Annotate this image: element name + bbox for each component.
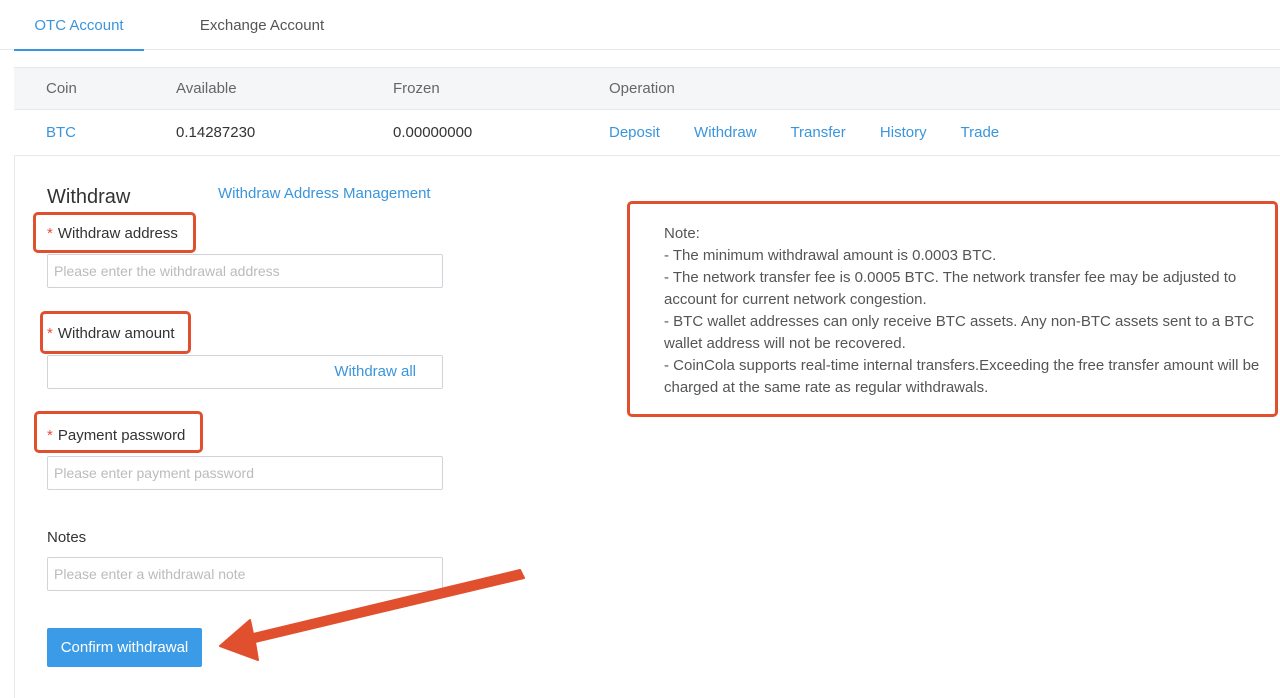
withdraw-link[interactable]: Withdraw <box>694 124 757 141</box>
tab-exchange-account[interactable]: Exchange Account <box>186 0 338 50</box>
page: OTC Account Exchange Account Coin Availa… <box>0 0 1280 698</box>
amount-label: * Withdraw amount <box>47 325 175 342</box>
note-line-3: - BTC wallet addresses can only receive … <box>664 313 1255 352</box>
history-link[interactable]: History <box>880 124 927 141</box>
operation-links: Deposit Withdraw Transfer History Trade <box>609 110 1029 156</box>
header-coin: Coin <box>46 80 77 97</box>
available-balance: 0.14287230 <box>176 124 256 141</box>
withdraw-all-link[interactable]: Withdraw all <box>334 356 416 388</box>
note-heading: Note: <box>664 225 700 242</box>
amount-label-text: Withdraw amount <box>57 325 175 342</box>
notes-placeholder: Please enter a withdrawal note <box>54 566 246 582</box>
coin-link-btc[interactable]: BTC <box>46 110 76 156</box>
withdraw-title: Withdraw <box>47 186 131 208</box>
transfer-link[interactable]: Transfer <box>790 124 845 141</box>
withdrawal-note-input[interactable]: Please enter a withdrawal note <box>47 557 443 591</box>
note-line-4: - CoinCola supports real-time internal t… <box>664 357 1260 396</box>
frozen-balance: 0.00000000 <box>393 124 473 141</box>
address-management-link[interactable]: Withdraw Address Management <box>218 185 431 202</box>
note-text: Note: - The minimum withdrawal amount is… <box>664 223 1278 399</box>
notes-label: Notes <box>47 529 87 546</box>
note-line-2: - The network transfer fee is 0.0005 BTC… <box>664 269 1237 308</box>
trade-link[interactable]: Trade <box>961 124 1000 141</box>
address-label-text: Withdraw address <box>57 225 178 242</box>
password-label-text: Payment password <box>57 427 186 444</box>
password-label: * Payment password <box>47 427 185 444</box>
header-frozen: Frozen <box>393 80 440 97</box>
required-mark: * <box>47 225 53 242</box>
withdraw-amount-input[interactable]: Withdraw all <box>47 355 443 389</box>
password-placeholder: Please enter payment password <box>54 465 254 481</box>
header-available: Available <box>176 80 237 97</box>
balance-table: Coin Available Frozen Operation BTC 0.14… <box>14 67 1280 156</box>
withdraw-address-input[interactable]: Please enter the withdrawal address <box>47 254 443 288</box>
address-placeholder: Please enter the withdrawal address <box>54 263 280 279</box>
payment-password-input[interactable]: Please enter payment password <box>47 456 443 490</box>
address-label: * Withdraw address <box>47 225 178 242</box>
table-row: BTC 0.14287230 0.00000000 Deposit Withdr… <box>14 110 1280 156</box>
table-header: Coin Available Frozen Operation <box>14 68 1280 110</box>
header-operation: Operation <box>609 80 675 97</box>
confirm-withdrawal-button[interactable]: Confirm withdrawal <box>47 628 202 667</box>
account-tabs: OTC Account Exchange Account <box>0 0 1280 51</box>
required-mark: * <box>47 325 53 342</box>
required-mark: * <box>47 427 53 444</box>
deposit-link[interactable]: Deposit <box>609 124 660 141</box>
tab-otc-account[interactable]: OTC Account <box>14 0 144 51</box>
note-line-1: - The minimum withdrawal amount is 0.000… <box>664 247 997 264</box>
